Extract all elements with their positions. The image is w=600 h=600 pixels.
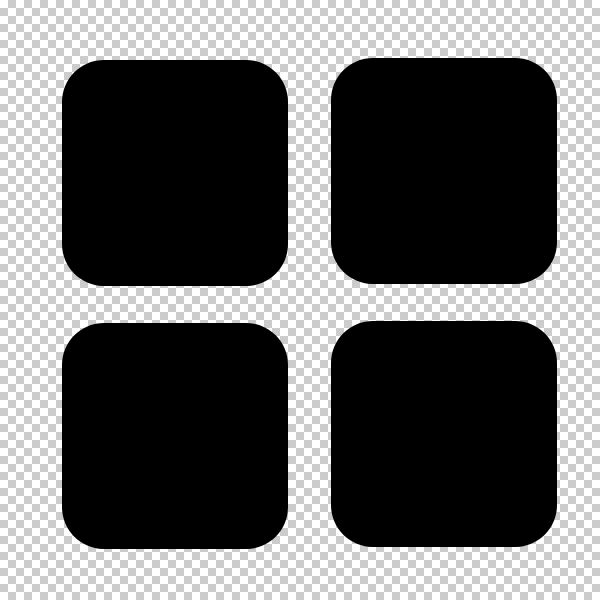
grid-tile-top-left: [62, 60, 288, 286]
transparent-canvas: [0, 0, 600, 600]
grid-tile-bottom-left: [62, 323, 288, 549]
grid-tile-bottom-right: [331, 321, 557, 547]
grid-tile-top-right: [331, 58, 557, 284]
